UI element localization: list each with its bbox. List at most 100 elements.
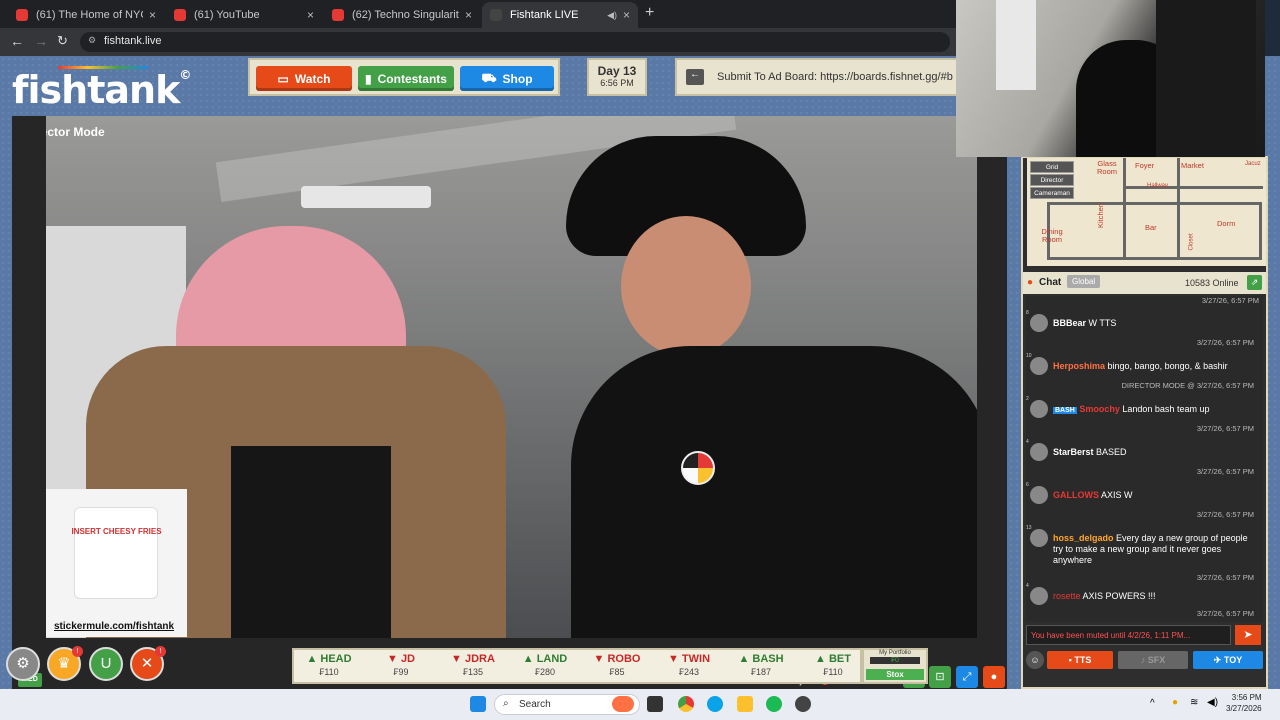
taskbar-clock[interactable]: 3:56 PM 3/27/2026 [1226,692,1262,714]
map-room[interactable]: Kitchen [1096,203,1105,228]
magnet-button[interactable]: U [89,647,123,681]
stock-price: ₣187 [750,667,772,677]
close-icon[interactable]: × [307,8,314,22]
stock-item[interactable]: ▲ LAND ₣280 [510,653,580,677]
shop-button[interactable]: ⛟ Shop [460,66,554,91]
chat-tab-global[interactable]: Global [1067,275,1101,288]
avatar[interactable] [1030,314,1048,332]
username[interactable]: Smoochy [1079,404,1120,414]
avatar[interactable] [1030,529,1048,547]
map-room[interactable]: Hallway [1147,182,1168,190]
stock-item[interactable]: ▲ BET ₣110 [798,653,860,677]
chevron-up-icon[interactable]: ^ [1150,698,1155,709]
items-button[interactable]: ♛! [47,646,83,681]
username[interactable]: BBBear [1053,318,1086,328]
medicine-wheel-pendant [681,451,715,485]
browser-tab[interactable]: (62) Techno Singularity and "Sa × [324,2,480,28]
mic-icon[interactable]: ● [1172,697,1178,708]
username[interactable]: rosette [1053,591,1081,601]
browser-tab-bar: (61) The Home of NYC's Viral S × (61) Yo… [0,0,960,28]
fishtank-logo[interactable]: fishtank© [12,66,191,112]
username[interactable]: hoss_delgado [1053,533,1114,543]
chat-input[interactable]: You have been muted until 4/2/26, 1:11 P… [1026,625,1231,645]
speaker-icon[interactable]: ◀) [607,10,617,21]
app-icon[interactable] [795,696,811,712]
avatar[interactable] [1030,443,1048,461]
new-tab-button[interactable]: + [645,4,654,22]
back-icon[interactable]: ← [10,33,24,49]
map-room[interactable]: Market [1181,162,1204,170]
contestants-button[interactable]: ▮ Contestants [358,66,454,91]
map-room[interactable]: Dorm [1217,220,1235,228]
avatar[interactable] [1030,587,1048,605]
director-mode-label: Director Mode [46,125,105,139]
gaming-chair [1156,0,1256,157]
send-button[interactable]: ➤ [1235,625,1261,645]
level-count: 6 [1026,482,1029,488]
map-room[interactable]: Closet [1188,233,1196,250]
ad-board[interactable]: ← Submit To Ad Board: https://boards.fis… [675,58,965,96]
reload-icon[interactable]: ↻ [57,33,68,49]
avatar[interactable] [1030,400,1048,418]
avatar[interactable] [1030,486,1048,504]
site-info-icon[interactable]: ⚙ [88,35,96,46]
edge-icon[interactable] [707,696,723,712]
tools-button[interactable]: ✕! [130,646,166,681]
close-icon[interactable]: × [465,8,472,22]
toy-button[interactable]: ✈ TOY [1193,651,1263,669]
stock-item[interactable]: ▼ TWIN ₣243 [654,653,724,677]
stock-item[interactable]: ▲ HEAD ₣110 [294,653,364,677]
settings-button[interactable]: ⚙ [6,647,40,681]
level-count: 4 [1026,583,1029,589]
username[interactable]: StarBerst [1053,447,1094,457]
chrome-icon[interactable] [678,696,694,712]
browser-tab[interactable]: (61) YouTube × [166,2,322,28]
stock-item[interactable]: ▼ JDRA ₣135 [438,653,508,677]
map-room[interactable]: Jacuz [1245,160,1261,168]
forward-icon[interactable]: → [34,33,48,49]
search-label: Search [519,699,551,710]
folder-icon[interactable] [737,696,753,712]
stock-name: BET [828,653,851,665]
trend-icon: ▼ [667,653,679,665]
browser-tab-active[interactable]: Fishtank LIVE ◀) × [482,2,638,28]
avatar[interactable] [1030,357,1048,375]
map-room[interactable]: Glass Room [1097,160,1117,176]
username[interactable]: GALLOWS [1053,490,1099,500]
youtube-icon [16,9,28,21]
tab-label: (61) YouTube [194,9,260,21]
stock-price: ₣110 [823,667,843,677]
chat-messages: 3/27/26, 6:57 PM 8 BBBear W TTS 3/27/26,… [1026,296,1263,622]
browser-tab[interactable]: (61) The Home of NYC's Viral S × [8,2,164,28]
wifi-icon[interactable]: ≋ [1190,697,1198,708]
close-icon[interactable]: × [149,8,156,22]
arrow-left-icon[interactable]: ← [686,69,704,85]
map-director-button[interactable]: Director [1030,174,1074,186]
map-room[interactable]: Dining Room [1037,228,1067,244]
map-room[interactable]: Foyer [1135,162,1154,170]
widget-icon[interactable] [612,696,634,712]
tts-button[interactable]: ▪ TTS [1047,651,1113,669]
stock-item[interactable]: ▲ BASH ₣187 [726,653,796,677]
map-grid-button[interactable]: Grid [1030,161,1074,173]
windows-start-icon[interactable] [470,696,486,712]
chat-message: 4 StarBerst BASED 3/27/26, 6:57 PM [1026,439,1258,483]
stox-button[interactable]: Stox [866,669,924,680]
stock-item[interactable]: ▼ ROBO ₣85 [582,653,652,677]
watch-button[interactable]: ▭ Watch [256,66,352,91]
emoji-button[interactable]: ☺ [1026,651,1044,669]
map-room[interactable]: Bar [1145,224,1157,232]
cart-icon: ⛟ [481,70,497,85]
url-field[interactable]: ⚙ fishtank.live [80,32,950,52]
map-cameraman-button[interactable]: Cameraman [1030,187,1074,199]
spotify-icon[interactable] [766,696,782,712]
close-icon[interactable]: × [623,8,630,22]
sticker-ad[interactable]: INSERT CHEESY FRIES stickermule.com/fish… [46,489,187,637]
username[interactable]: Herposhima [1053,361,1105,371]
chat-expand-icon[interactable]: ⇗ [1247,275,1262,290]
volume-icon[interactable]: ◀) [1207,697,1218,708]
task-view-icon[interactable] [647,696,663,712]
sfx-button[interactable]: ♪ SFX [1118,651,1188,669]
sticker-url[interactable]: stickermule.com/fishtank [54,621,174,632]
stock-item[interactable]: ▼ JD ₣99 [366,653,436,677]
